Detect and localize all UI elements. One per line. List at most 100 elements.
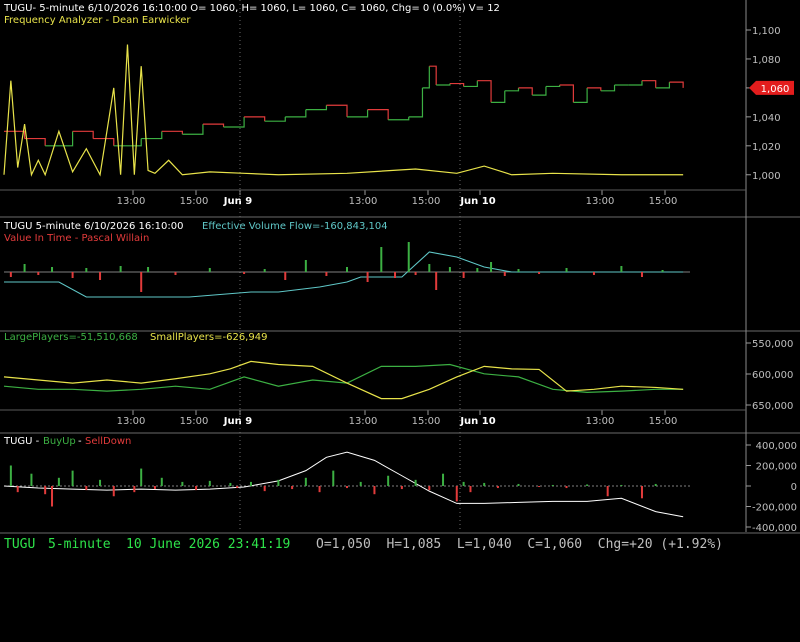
value-in-time-bar bbox=[71, 272, 74, 278]
buyup-bar bbox=[181, 481, 184, 486]
selldown-bar bbox=[195, 486, 198, 491]
value-in-time-bar bbox=[174, 272, 177, 275]
value-in-time-bar bbox=[23, 264, 26, 272]
y-tick-label: 1,100 bbox=[752, 26, 781, 37]
buyup-cumulative-line bbox=[3, 451, 684, 518]
selldown-bar bbox=[263, 486, 266, 492]
small-players-label: SmallPlayers=-626,949 bbox=[150, 332, 267, 343]
price-segment bbox=[161, 130, 183, 135]
selldown-bar bbox=[51, 486, 54, 507]
buyup-bar bbox=[304, 477, 307, 486]
large-players-label: LargePlayers=-51,510,668 bbox=[4, 332, 138, 343]
price-segment bbox=[141, 131, 163, 140]
value-in-time-bar bbox=[208, 268, 211, 272]
value-in-time-bar bbox=[325, 272, 328, 276]
y-tick-label: 650,000 bbox=[752, 401, 793, 412]
value-in-time-bar bbox=[51, 267, 54, 272]
selldown-bar bbox=[318, 486, 321, 493]
price-segment bbox=[477, 80, 492, 103]
y-tick-label: 200,000 bbox=[756, 462, 797, 473]
y-tick-label: 400,000 bbox=[756, 441, 797, 452]
y-tick-label: 1,040 bbox=[752, 113, 781, 124]
value-in-time-bar bbox=[407, 242, 410, 272]
x-tick-label: 15:00 bbox=[649, 416, 678, 427]
price-segment bbox=[326, 104, 348, 117]
selldown-label: SellDown bbox=[85, 436, 131, 447]
status-ohlc: O=1,050 H=1,085 L=1,040 C=1,060 Chg=+20 … bbox=[316, 537, 723, 552]
buyup-bar bbox=[620, 484, 623, 486]
value-in-time-bar bbox=[538, 272, 541, 274]
buyup-bar bbox=[483, 482, 486, 486]
x-tick-label: 13:00 bbox=[349, 196, 378, 207]
price-segment bbox=[223, 116, 245, 128]
value-in-time-bar bbox=[414, 272, 417, 275]
volume-flow-value: Effective Volume Flow=-160,843,104 bbox=[202, 221, 388, 232]
buyup-bar bbox=[359, 481, 362, 486]
status-datetime: 10 June 2026 23:41:19 bbox=[126, 537, 291, 552]
price-segment bbox=[202, 123, 225, 127]
value-in-time-bar bbox=[592, 272, 595, 275]
value-in-time-bar bbox=[620, 266, 623, 272]
x-tick-label: Jun 9 bbox=[223, 196, 252, 207]
y-tick-label: 600,000 bbox=[752, 370, 793, 381]
buyup-bar bbox=[517, 483, 520, 486]
buyup-ticker: TUGU - bbox=[3, 436, 40, 447]
price-segment bbox=[449, 82, 465, 87]
x-tick-label: Jun 10 bbox=[459, 196, 495, 207]
buyup-bar bbox=[387, 475, 390, 486]
price-segment bbox=[641, 80, 657, 88]
y-tick-label: 0 bbox=[791, 482, 797, 493]
value-in-time-bar bbox=[119, 266, 122, 272]
selldown-bar bbox=[538, 486, 541, 488]
value-in-time-bar bbox=[9, 272, 12, 277]
selldown-bar bbox=[373, 486, 376, 495]
price-segment bbox=[305, 105, 328, 111]
price-segment bbox=[436, 83, 451, 86]
value-in-time-bar bbox=[490, 262, 493, 272]
x-tick-label: 15:00 bbox=[412, 196, 441, 207]
price-segment bbox=[463, 80, 478, 88]
price-segment bbox=[244, 116, 266, 122]
y-tick-label: -200,000 bbox=[752, 503, 797, 514]
x-tick-label: Jun 10 bbox=[459, 416, 495, 427]
buyup-bar bbox=[160, 477, 163, 486]
selldown-bar bbox=[133, 486, 136, 493]
status-interval: 5-minute bbox=[48, 537, 111, 552]
buyup-bar bbox=[551, 484, 554, 486]
x-tick-label: 15:00 bbox=[180, 416, 209, 427]
buyup-separator: - bbox=[78, 436, 82, 447]
buyup-bar bbox=[140, 468, 143, 486]
value-in-time-bar bbox=[380, 247, 383, 272]
selldown-bar bbox=[455, 486, 458, 502]
x-tick-label: 13:00 bbox=[349, 416, 378, 427]
price-segment bbox=[429, 65, 437, 86]
selldown-bar bbox=[496, 486, 499, 489]
value-in-time-bar bbox=[565, 268, 568, 272]
price-segment bbox=[491, 90, 506, 103]
y-tick-label: 1,080 bbox=[752, 55, 781, 66]
price-segment bbox=[408, 87, 424, 118]
price-segment bbox=[285, 109, 307, 118]
x-tick-label: 15:00 bbox=[649, 196, 678, 207]
value-in-time-bar bbox=[147, 267, 150, 272]
selldown-bar bbox=[291, 486, 294, 490]
value-in-time-bar bbox=[448, 267, 451, 272]
value-in-time-bar bbox=[243, 272, 246, 274]
price-segment bbox=[93, 137, 115, 146]
large-players-line bbox=[3, 363, 684, 394]
price-segment bbox=[655, 82, 671, 89]
y-tick-label: 550,000 bbox=[752, 339, 793, 350]
small-players-line bbox=[3, 360, 684, 400]
value-in-time-bar bbox=[394, 272, 397, 278]
selldown-bar bbox=[112, 486, 115, 497]
value-in-time-bar bbox=[661, 270, 664, 272]
buyup-bar bbox=[414, 479, 417, 486]
selldown-bar bbox=[44, 486, 47, 495]
price-segment bbox=[669, 81, 684, 88]
price-segment bbox=[559, 84, 574, 103]
x-tick-label: 13:00 bbox=[586, 196, 615, 207]
buyup-bar bbox=[586, 484, 589, 486]
stock-chart: 13:00 15:00 Jun 9 13:00 15:00 Jun 10 13:00 15:0… bbox=[0, 0, 800, 534]
y-tick-label: 1,000 bbox=[752, 171, 781, 182]
last-price-label: 1,060 bbox=[761, 84, 790, 95]
